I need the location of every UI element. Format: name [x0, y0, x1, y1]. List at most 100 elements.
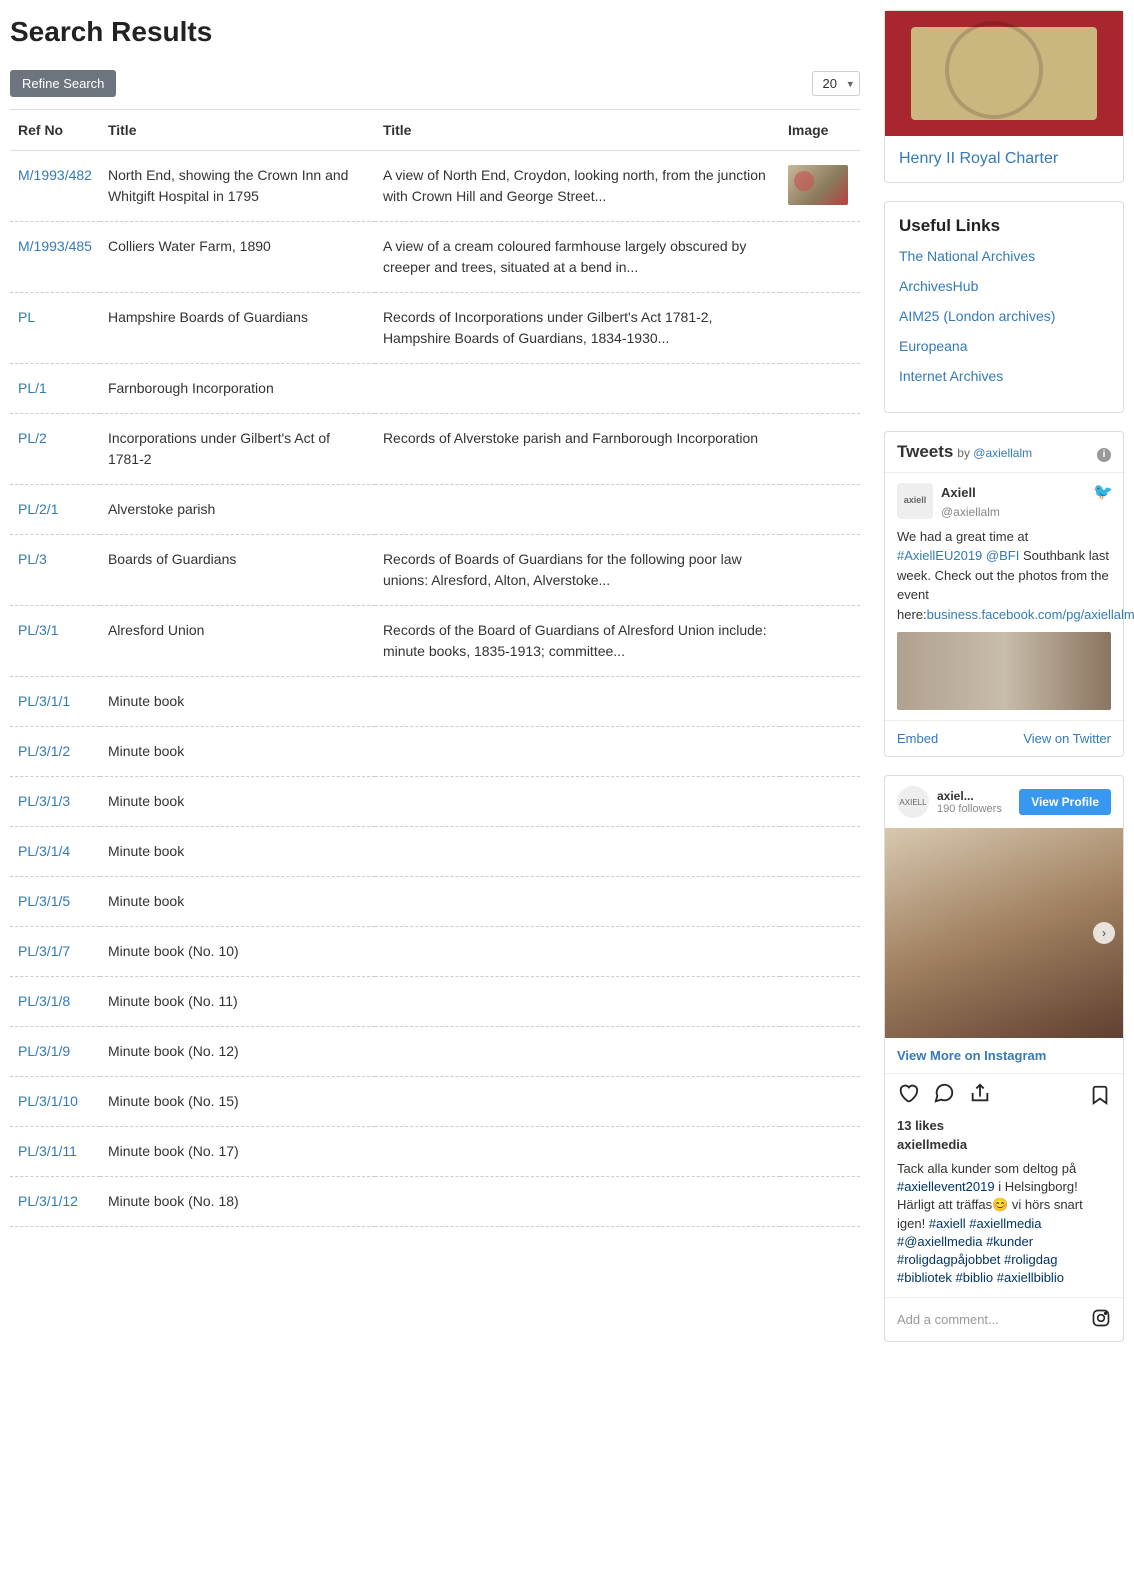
column-header[interactable]: Title	[375, 110, 780, 151]
ref-link[interactable]: PL/1	[18, 380, 47, 396]
useful-link[interactable]: ArchivesHub	[899, 278, 1109, 294]
tweet-avatar: axiell	[897, 483, 933, 519]
ig-name[interactable]: axiel...	[937, 789, 1002, 803]
ig-add-comment[interactable]: Add a comment...	[897, 1312, 999, 1327]
table-row: PL/3/1/10Minute book (No. 15)	[10, 1077, 860, 1127]
table-row: PLHampshire Boards of GuardiansRecords o…	[10, 293, 860, 364]
ref-link[interactable]: PL/3/1/9	[18, 1043, 70, 1059]
desc-cell: Records of Incorporations under Gilbert'…	[375, 293, 780, 364]
ig-photo[interactable]: ›	[885, 828, 1123, 1038]
tweet-photo[interactable]	[897, 632, 1111, 710]
tweet-mention[interactable]: @BFI	[986, 548, 1019, 563]
ref-link[interactable]: PL/3/1/7	[18, 943, 70, 959]
image-cell	[780, 364, 860, 414]
image-cell	[780, 977, 860, 1027]
charter-image	[885, 11, 1123, 136]
title-cell: Minute book (No. 12)	[100, 1027, 375, 1077]
ref-link[interactable]: PL/3	[18, 551, 47, 567]
ref-link[interactable]: PL/3/1/3	[18, 793, 70, 809]
tweets-by-handle[interactable]: @axiellalm	[973, 446, 1032, 460]
tweet-view-link[interactable]: View on Twitter	[1023, 731, 1111, 746]
ref-link[interactable]: PL/2	[18, 430, 47, 446]
view-profile-button[interactable]: View Profile	[1019, 789, 1111, 815]
results-table: Ref NoTitleTitleImage M/1993/482North En…	[10, 109, 860, 1227]
charter-link[interactable]: Henry II Royal Charter	[885, 136, 1123, 182]
image-cell	[780, 606, 860, 677]
share-icon[interactable]	[969, 1082, 991, 1110]
useful-links-title: Useful Links	[899, 216, 1109, 236]
ref-link[interactable]: PL/3/1/5	[18, 893, 70, 909]
table-row: PL/3/1Alresford UnionRecords of the Boar…	[10, 606, 860, 677]
image-cell	[780, 777, 860, 827]
info-icon[interactable]: i	[1097, 448, 1111, 462]
table-row: M/1993/482North End, showing the Crown I…	[10, 151, 860, 222]
ref-link[interactable]: PL/3/1/10	[18, 1093, 78, 1109]
image-cell	[780, 1077, 860, 1127]
table-row: PL/3/1/9 Minute book (No. 12)	[10, 1027, 860, 1077]
instagram-icon[interactable]	[1091, 1308, 1111, 1331]
title-cell: Minute book (No. 10)	[100, 927, 375, 977]
useful-link[interactable]: The National Archives	[899, 248, 1109, 264]
comment-icon[interactable]	[933, 1082, 955, 1110]
column-header[interactable]: Image	[780, 110, 860, 151]
image-cell	[780, 927, 860, 977]
tweet-handle[interactable]: @axiellalm	[941, 503, 1000, 521]
ig-user[interactable]: axiellmedia	[885, 1137, 1123, 1160]
page-size-select[interactable]: 20	[812, 71, 860, 96]
column-header[interactable]: Ref No	[10, 110, 100, 151]
title-cell: Minute book (No. 11)	[100, 977, 375, 1027]
desc-cell	[375, 927, 780, 977]
image-cell	[780, 877, 860, 927]
ref-link[interactable]: PL/3/1/1	[18, 693, 70, 709]
table-row: PL/1 Farnborough Incorporation	[10, 364, 860, 414]
title-cell: Minute book	[100, 777, 375, 827]
desc-cell	[375, 777, 780, 827]
next-arrow-icon[interactable]: ›	[1093, 922, 1115, 944]
useful-link[interactable]: Europeana	[899, 338, 1109, 354]
ref-link[interactable]: PL/3/1/8	[18, 993, 70, 1009]
tweet-embed-link[interactable]: Embed	[897, 731, 938, 746]
ref-link[interactable]: PL/3/1/2	[18, 743, 70, 759]
table-row: PL/3/1/12Minute book (No. 18)	[10, 1177, 860, 1227]
table-row: PL/3/1/2Minute book	[10, 727, 860, 777]
table-row: PL/3/1/8 Minute book (No. 11)	[10, 977, 860, 1027]
image-cell	[780, 535, 860, 606]
ref-link[interactable]: PL/3/1/12	[18, 1193, 78, 1209]
table-row: PL/3/1/11Minute book (No. 17)	[10, 1127, 860, 1177]
ref-link[interactable]: PL/3/1/11	[18, 1143, 77, 1159]
charter-panel: Henry II Royal Charter	[884, 10, 1124, 183]
title-cell: Colliers Water Farm, 1890	[100, 222, 375, 293]
image-cell	[780, 414, 860, 485]
ref-link[interactable]: PL/3/1	[18, 622, 58, 638]
image-cell	[780, 677, 860, 727]
table-row: PL/2/1 Alverstoke parish	[10, 485, 860, 535]
ig-likes[interactable]: 13 likes	[885, 1118, 1123, 1137]
tweet-link[interactable]: business.facebook.com/pg/axiellalm/p…	[927, 607, 1134, 622]
ref-link[interactable]: PL	[18, 309, 35, 325]
ref-link[interactable]: M/1993/482	[18, 167, 92, 183]
thumbnail[interactable]	[788, 165, 848, 205]
column-header[interactable]: Title	[100, 110, 375, 151]
useful-link[interactable]: Internet Archives	[899, 368, 1109, 384]
table-row: PL/2Incorporations under Gilbert's Act o…	[10, 414, 860, 485]
bookmark-icon[interactable]	[1089, 1084, 1111, 1109]
desc-cell	[375, 827, 780, 877]
refine-search-button[interactable]: Refine Search	[10, 70, 116, 97]
ig-hashtag[interactable]: #axiellevent2019	[897, 1179, 995, 1194]
title-cell: Minute book	[100, 677, 375, 727]
title-cell: Boards of Guardians	[100, 535, 375, 606]
title-cell: Alverstoke parish	[100, 485, 375, 535]
title-cell: Farnborough Incorporation	[100, 364, 375, 414]
heart-icon[interactable]	[897, 1082, 919, 1110]
ig-view-more-link[interactable]: View More on Instagram	[885, 1038, 1123, 1074]
table-row: PL/3/1/1 Minute book	[10, 677, 860, 727]
tweet-hashtag[interactable]: #AxiellEU2019	[897, 548, 982, 563]
ref-link[interactable]: PL/3/1/4	[18, 843, 70, 859]
tweets-title: Tweets	[897, 442, 953, 461]
ig-avatar: AXIELL	[897, 786, 929, 818]
desc-cell	[375, 677, 780, 727]
twitter-bird-icon: 🐦	[1093, 481, 1113, 505]
ref-link[interactable]: M/1993/485	[18, 238, 92, 254]
useful-link[interactable]: AIM25 (London archives)	[899, 308, 1109, 324]
ref-link[interactable]: PL/2/1	[18, 501, 58, 517]
